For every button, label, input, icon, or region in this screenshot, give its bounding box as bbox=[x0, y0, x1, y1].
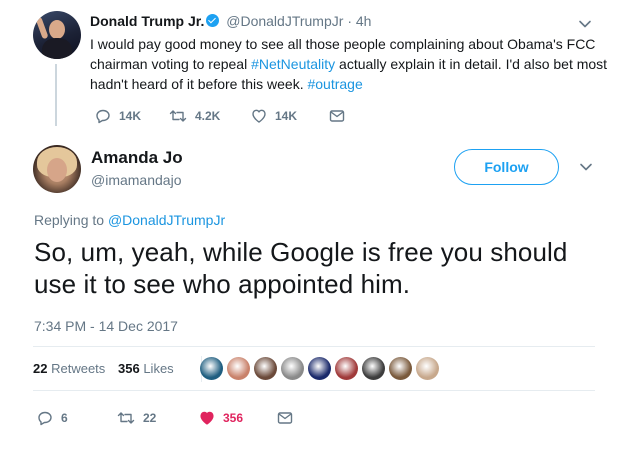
author-handle[interactable]: @DonaldJTrumpJr bbox=[226, 13, 343, 29]
hashtag-link[interactable]: #outrage bbox=[307, 76, 362, 92]
retweet-icon bbox=[169, 110, 187, 122]
hashtag-link[interactable]: #NetNeutality bbox=[251, 56, 335, 72]
avatar-suit bbox=[42, 38, 72, 59]
parent-tweet-text: I would pay good money to see all those … bbox=[90, 34, 610, 94]
liker-avatar-1[interactable] bbox=[200, 357, 223, 380]
like-button[interactable]: 14K bbox=[251, 108, 329, 124]
direct-message-button[interactable] bbox=[277, 411, 301, 425]
retweet-count: 4.2K bbox=[195, 109, 221, 123]
retweet-icon bbox=[117, 412, 135, 424]
avatar-face bbox=[49, 20, 65, 39]
reply-icon bbox=[96, 109, 110, 124]
likes-stat-count: 356 bbox=[118, 361, 140, 376]
envelope-icon bbox=[277, 412, 293, 424]
retweet-count: 22 bbox=[143, 411, 157, 425]
header-separator: · bbox=[347, 13, 352, 29]
parent-tweet-actions: 14K 4.2K 14K bbox=[95, 108, 353, 124]
liker-avatar-9[interactable] bbox=[416, 357, 439, 380]
parent-tweet[interactable]: Donald Trump Jr. @DonaldJTrumpJr · 4h I … bbox=[0, 0, 627, 140]
like-count: 356 bbox=[223, 411, 244, 425]
thread-connector-line bbox=[55, 64, 57, 126]
chevron-down-icon[interactable] bbox=[578, 17, 592, 31]
follow-button[interactable]: Follow bbox=[454, 149, 559, 185]
replying-to-label: Replying to bbox=[34, 212, 108, 228]
liker-avatar-6[interactable] bbox=[335, 357, 358, 380]
liker-avatar-3[interactable] bbox=[254, 357, 277, 380]
like-count: 14K bbox=[275, 109, 298, 123]
retweet-button[interactable]: 4.2K bbox=[169, 108, 251, 124]
avatar-arm bbox=[35, 16, 49, 40]
reply-button[interactable]: 14K bbox=[95, 108, 169, 124]
replying-to-line: Replying to @DonaldJTrumpJr bbox=[34, 211, 225, 229]
like-button[interactable]: 356 bbox=[199, 410, 277, 426]
verified-badge-icon bbox=[206, 14, 220, 27]
main-author-handle[interactable]: @imamandajo bbox=[91, 171, 181, 189]
main-tweet-text: So, um, yeah, while Google is free you s… bbox=[34, 237, 568, 299]
retweets-stat-label: Retweets bbox=[51, 361, 106, 376]
liker-avatar-7[interactable] bbox=[362, 357, 385, 380]
avatar-face bbox=[47, 158, 67, 182]
chevron-down-icon[interactable] bbox=[579, 160, 593, 174]
author-avatar[interactable] bbox=[33, 11, 81, 59]
main-author-name[interactable]: Amanda Jo bbox=[91, 148, 183, 168]
author-name[interactable]: Donald Trump Jr. bbox=[90, 13, 204, 29]
main-tweet-actions: 6 22 356 bbox=[37, 410, 301, 426]
heart-filled-icon bbox=[200, 411, 214, 425]
liker-avatar-4[interactable] bbox=[281, 357, 304, 380]
parent-tweet-header: Donald Trump Jr. @DonaldJTrumpJr · 4h bbox=[90, 12, 371, 30]
reply-icon bbox=[38, 411, 52, 426]
reply-button[interactable]: 6 bbox=[37, 410, 117, 426]
tweet-stats: 22 Retweets 356 Likes bbox=[33, 346, 595, 391]
likes-stat-label: Likes bbox=[143, 361, 174, 376]
reply-count: 14K bbox=[119, 109, 142, 123]
retweet-button[interactable]: 22 bbox=[117, 410, 199, 426]
liker-avatar-2[interactable] bbox=[227, 357, 250, 380]
liker-avatar-8[interactable] bbox=[389, 357, 412, 380]
replying-to-handle[interactable]: @DonaldJTrumpJr bbox=[108, 212, 225, 228]
main-author-avatar[interactable] bbox=[33, 145, 81, 193]
retweets-stat-count: 22 bbox=[33, 361, 48, 376]
heart-icon bbox=[252, 109, 266, 123]
liker-avatar-5[interactable] bbox=[308, 357, 331, 380]
envelope-icon bbox=[329, 110, 345, 122]
reply-count: 6 bbox=[61, 411, 68, 425]
likes-stat[interactable]: 356 Likes bbox=[118, 361, 174, 377]
retweets-stat[interactable]: 22 Retweets bbox=[33, 361, 105, 377]
tweet-time[interactable]: 4h bbox=[356, 13, 372, 29]
tweet-timestamp[interactable]: 7:34 PM - 14 Dec 2017 bbox=[34, 317, 178, 335]
direct-message-button[interactable] bbox=[329, 109, 353, 123]
